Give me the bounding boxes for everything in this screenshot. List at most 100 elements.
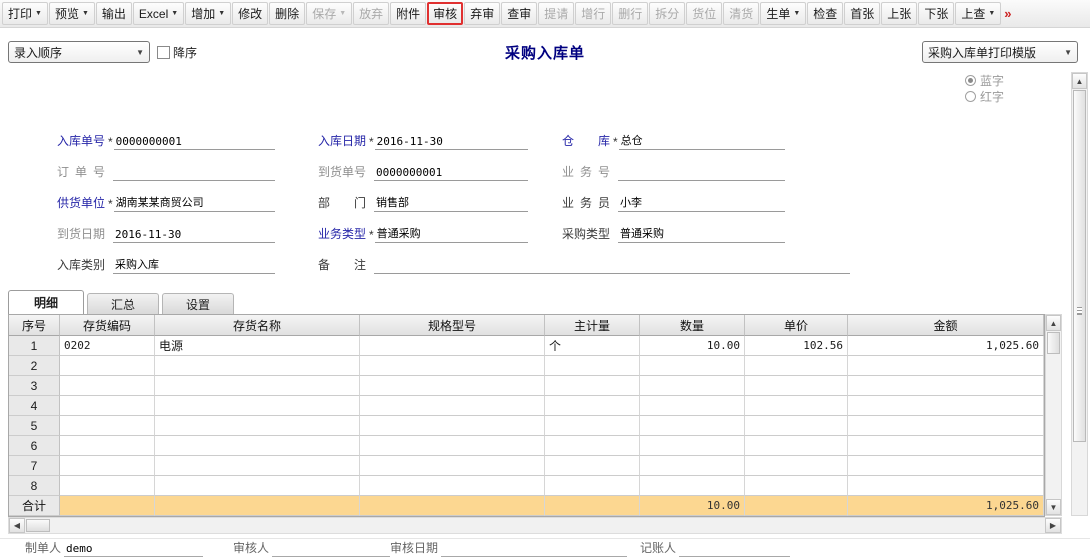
scroll-up-icon[interactable]: ▲ [1046,315,1061,331]
tab-settings[interactable]: 设置 [162,293,234,314]
toolbar-button-prev[interactable]: 上张 [881,2,917,25]
field-value[interactable]: 湖南某某商贸公司 [114,194,275,212]
grid-cell[interactable] [640,356,745,376]
grid-cell[interactable] [640,436,745,456]
grid-cell[interactable] [848,356,1044,376]
tab-summary[interactable]: 汇总 [87,293,159,314]
grid-cell[interactable] [848,416,1044,436]
grid-cell[interactable]: 1,025.60 [848,336,1044,356]
grid-cell[interactable] [360,456,545,476]
grid-cell[interactable] [745,356,848,376]
grid-cell[interactable] [745,376,848,396]
toolbar-button-generate[interactable]: 生单▼ [760,2,806,25]
grid-cell[interactable] [545,396,640,416]
grid-cell[interactable] [745,436,848,456]
grid-cell[interactable] [745,456,848,476]
grid-cell[interactable] [155,436,360,456]
grid-hscroll-thumb[interactable] [26,519,50,532]
toolbar-button-audit[interactable]: 审核 [427,2,463,25]
field-value[interactable] [113,179,275,181]
field-value[interactable]: 总仓 [619,132,785,150]
toolbar-button-delete[interactable]: 删除 [269,2,305,25]
scroll-down-icon[interactable]: ▼ [1046,499,1061,515]
tab-detail[interactable]: 明细 [8,290,84,314]
grid-cell[interactable] [640,476,745,496]
grid-cell[interactable] [545,376,640,396]
grid-cell[interactable] [640,416,745,436]
toolbar-overflow-chevron-icon[interactable]: » [1004,6,1011,21]
grid-cell[interactable] [360,436,545,456]
grid-cell[interactable] [848,396,1044,416]
grid-cell[interactable] [848,456,1044,476]
grid-cell[interactable] [155,476,360,496]
grid-cell[interactable] [360,476,545,496]
toolbar-button-check[interactable]: 检查 [807,2,843,25]
scroll-left-icon[interactable]: ◀ [9,518,25,533]
toolbar-button-attachment[interactable]: 附件 [390,2,426,25]
grid-cell[interactable] [155,376,360,396]
grid-cell[interactable] [848,436,1044,456]
grid-cell[interactable] [745,476,848,496]
grid-cell[interactable]: 102.56 [745,336,848,356]
toolbar-button-modify[interactable]: 修改 [232,2,268,25]
grid-cell[interactable] [60,416,155,436]
toolbar-button-export[interactable]: 输出 [96,2,132,25]
grid-cell[interactable] [360,416,545,436]
field-value[interactable]: 2016-11-30 [375,135,528,150]
field-value[interactable] [374,272,850,274]
grid-cell[interactable] [848,476,1044,496]
grid-cell[interactable] [60,476,155,496]
field-value[interactable] [618,179,785,181]
field-value[interactable]: 2016-11-30 [113,228,275,243]
grid-cell[interactable] [60,396,155,416]
grid-cell[interactable]: 0202 [60,336,155,356]
grid-cell[interactable] [745,396,848,416]
radio-blue[interactable] [965,75,976,86]
grid-cell[interactable] [360,396,545,416]
grid-vscroll-thumb[interactable] [1047,332,1060,354]
grid-cell[interactable] [545,356,640,376]
radio-red[interactable] [965,91,976,102]
toolbar-button-preview[interactable]: 预览▼ [49,2,95,25]
grid-cell[interactable] [640,396,745,416]
grid-cell[interactable] [545,436,640,456]
grid-cell[interactable] [545,476,640,496]
scroll-right-icon[interactable]: ▶ [1045,518,1061,533]
grid-cell[interactable] [360,356,545,376]
field-value[interactable]: 普通采购 [618,225,785,243]
toolbar-button-search-up[interactable]: 上查▼ [955,2,1001,25]
grid-cell[interactable] [155,456,360,476]
grid-cell[interactable] [60,456,155,476]
toolbar-button-add[interactable]: 增加▼ [185,2,231,25]
toolbar-button-next[interactable]: 下张 [918,2,954,25]
print-template-combobox[interactable]: 采购入库单打印模版 ▼ [922,41,1078,63]
grid-cell[interactable] [745,416,848,436]
toolbar-button-print[interactable]: 打印▼ [2,2,48,25]
toolbar-button-audit-query[interactable]: 查审 [501,2,537,25]
field-value[interactable]: 小李 [618,194,785,212]
grid-cell[interactable] [60,356,155,376]
grid-cell[interactable] [848,376,1044,396]
toolbar-button-unaudit[interactable]: 弃审 [464,2,500,25]
grid-cell[interactable] [360,376,545,396]
field-value[interactable]: 0000000001 [374,166,528,181]
scroll-up-icon[interactable]: ▲ [1072,73,1087,89]
grid-cell[interactable] [60,376,155,396]
grid-cell[interactable] [545,416,640,436]
grid-cell[interactable] [60,436,155,456]
grid-cell[interactable] [360,336,545,356]
grid-cell[interactable] [155,356,360,376]
field-value[interactable]: 采购入库 [113,256,275,274]
grid-cell[interactable]: 电源 [155,336,360,356]
grid-cell[interactable]: 个 [545,336,640,356]
page-vscroll-thumb[interactable] [1073,90,1086,442]
grid-cell[interactable] [640,456,745,476]
grid-cell[interactable] [640,376,745,396]
toolbar-button-excel[interactable]: Excel▼ [133,2,184,25]
grid-cell[interactable] [155,416,360,436]
grid-cell[interactable]: 10.00 [640,336,745,356]
grid-cell[interactable] [545,456,640,476]
toolbar-button-first[interactable]: 首张 [844,2,880,25]
grid-cell[interactable] [155,396,360,416]
field-value[interactable]: 0000000001 [114,135,275,150]
